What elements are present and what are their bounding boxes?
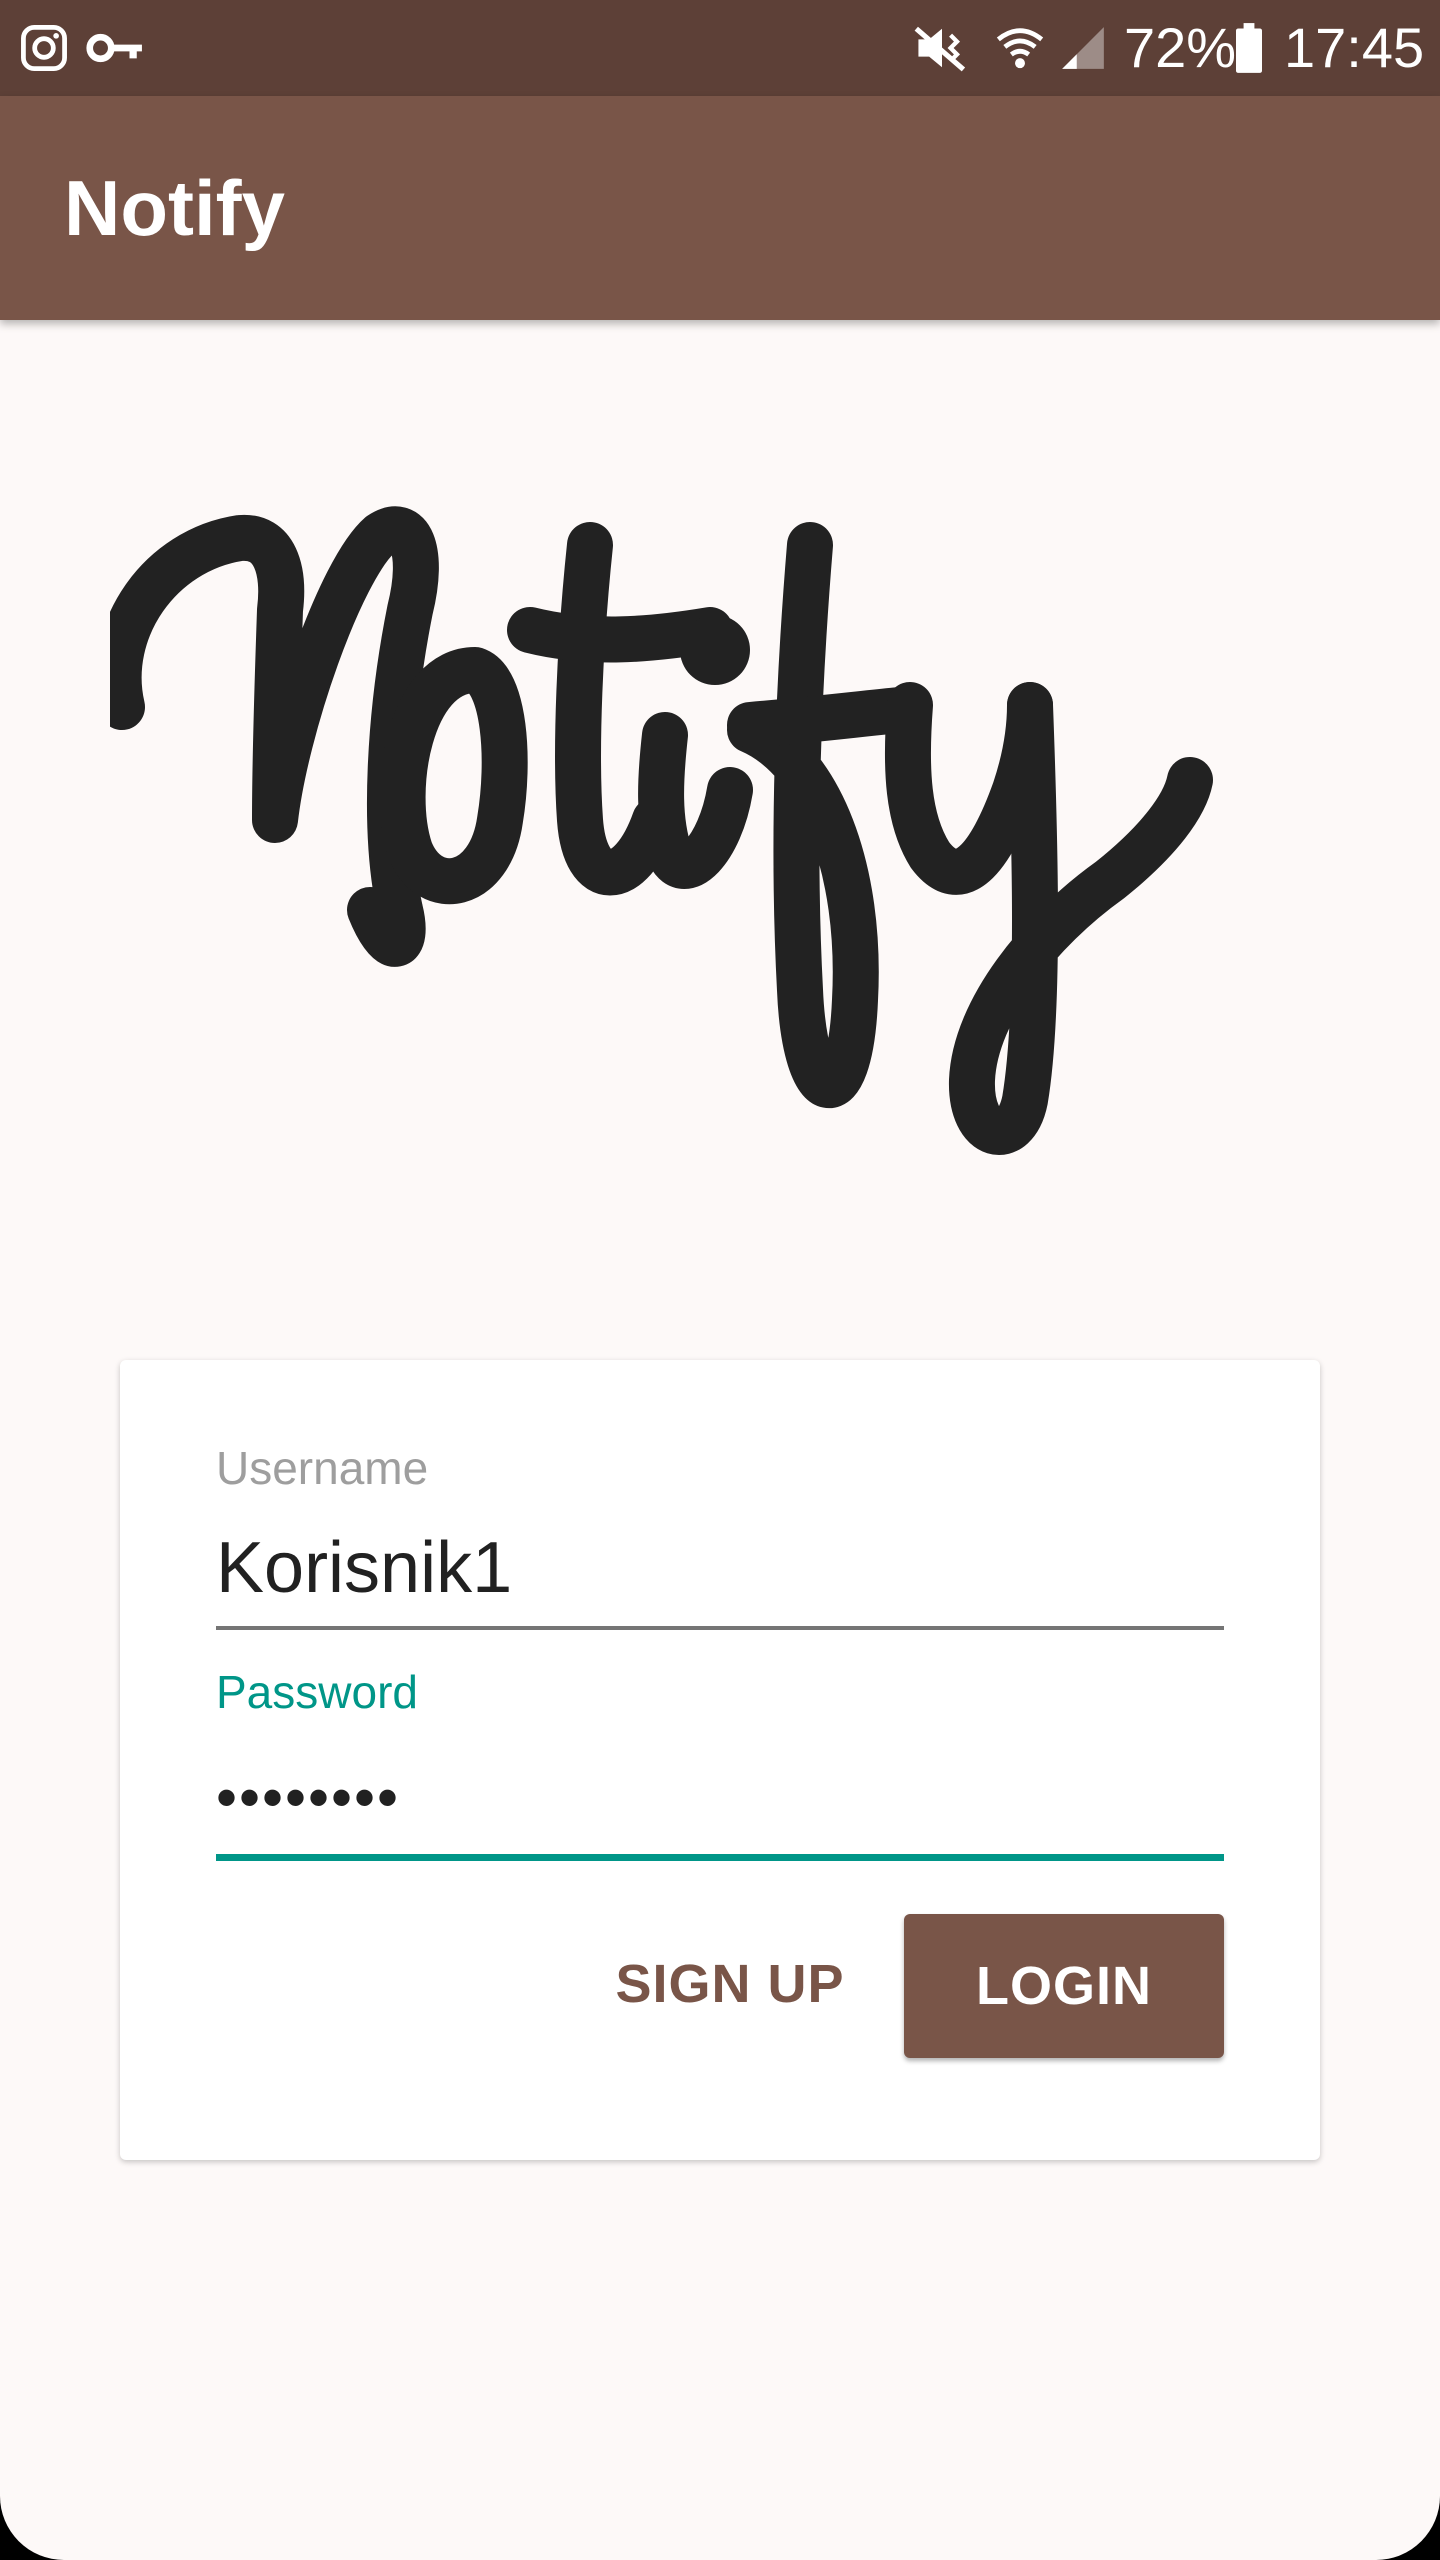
battery-percent: 72% bbox=[1124, 16, 1237, 79]
login-button[interactable]: LOGIN bbox=[904, 1914, 1224, 2058]
password-input[interactable] bbox=[216, 1760, 1224, 1836]
app-bar: Notify bbox=[0, 96, 1440, 320]
key-icon bbox=[86, 33, 142, 63]
username-input[interactable] bbox=[216, 1526, 1224, 1610]
cell-signal-icon bbox=[1062, 27, 1104, 69]
login-card: Username Password SIGN UP LOGIN bbox=[120, 1360, 1320, 2160]
password-underline bbox=[216, 1854, 1224, 1861]
username-underline bbox=[216, 1626, 1224, 1630]
password-label: Password bbox=[216, 1666, 418, 1718]
status-time: 17:45 bbox=[1284, 16, 1425, 79]
battery-icon bbox=[1236, 23, 1262, 73]
username-label: Username bbox=[216, 1442, 429, 1494]
instagram-icon bbox=[21, 25, 67, 71]
wifi-icon bbox=[996, 28, 1044, 69]
sign-up-button[interactable]: SIGN UP bbox=[580, 1912, 880, 2056]
vibrate-mute-icon bbox=[914, 26, 966, 72]
login-screen: 72% 17:45 Notify Username Korisnik1 Pass… bbox=[0, 0, 1440, 2560]
notify-logo bbox=[110, 506, 1213, 1155]
status-bar: 72% 17:45 bbox=[0, 0, 1440, 96]
app-title: Notify bbox=[64, 164, 285, 252]
